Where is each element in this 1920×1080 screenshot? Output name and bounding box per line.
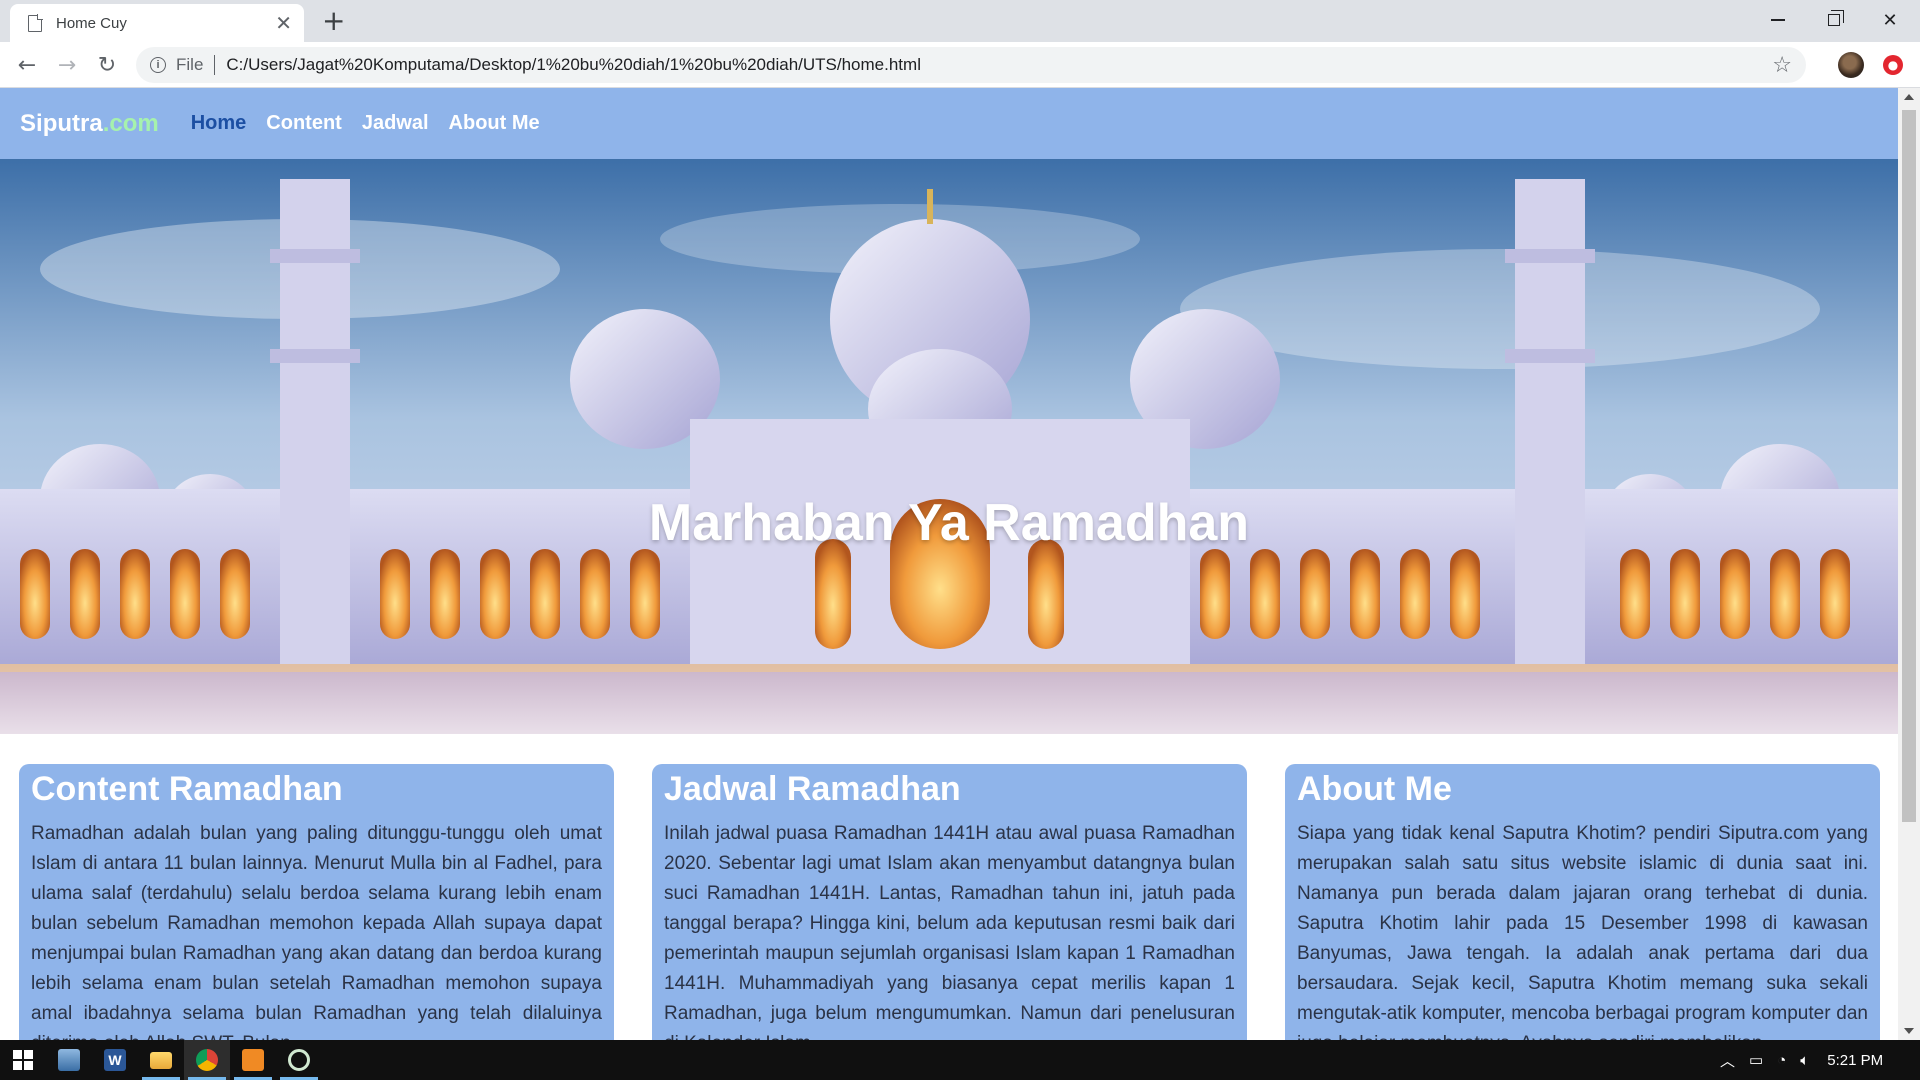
browser-tab-active[interactable]: Home Cuy ✕ [10,4,304,42]
scroll-down-icon[interactable] [1904,1028,1914,1034]
nav-link-about-me[interactable]: About Me [449,112,540,135]
bookmark-star-icon[interactable]: ☆ [1772,53,1792,78]
chevron-up-icon[interactable]: ︿ [1720,1050,1735,1071]
chrome-icon[interactable] [184,1040,230,1080]
reload-button[interactable]: ↻ [92,50,122,80]
tab-title: Home Cuy [56,14,127,32]
site-info-icon[interactable]: i [150,57,166,73]
site-navbar: Siputra.com Home Content Jadwal About Me [0,88,1898,159]
close-tab-icon[interactable]: ✕ [275,11,292,35]
cards-section: Content Ramadhan Ramadhan adalah bulan y… [19,764,1880,1040]
browser-toolbar: ← → ↻ i File C:/Users/Jagat%20Komputama/… [0,42,1920,88]
card-about-me: About Me Siapa yang tidak kenal Saputra … [1285,764,1880,1040]
nav-link-jadwal[interactable]: Jadwal [362,112,429,135]
windows-start-icon[interactable] [0,1040,46,1080]
close-window-button[interactable]: ✕ [1862,0,1918,40]
taskbar-clock[interactable]: 5:21 PM [1827,1052,1883,1069]
omnibox-divider [214,55,216,75]
url-scheme-label: File [176,55,204,74]
card-jadwal-ramadhan: Jadwal Ramadhan Inilah jadwal puasa Rama… [652,764,1247,1040]
sublime-text-icon[interactable] [230,1040,276,1080]
battery-icon[interactable]: ▭ [1749,1051,1763,1069]
page-viewport: Siputra.com Home Content Jadwal About Me [0,88,1898,1040]
minimize-window-button[interactable] [1750,0,1806,40]
card-text: Ramadhan adalah bulan yang paling ditung… [31,823,602,1040]
tool-icon[interactable] [276,1040,322,1080]
tab-strip: Home Cuy ✕ + ✕ [0,0,1920,42]
scroll-up-icon[interactable] [1904,94,1914,100]
address-bar[interactable]: i File C:/Users/Jagat%20Komputama/Deskto… [136,47,1806,83]
restore-icon [1828,10,1844,26]
new-tab-button[interactable]: + [322,6,345,36]
hero-title: Marhaban Ya Ramadhan [648,494,1250,552]
minimize-icon [1771,19,1785,21]
hero-banner: Marhaban Ya Ramadhan [0,159,1898,734]
page-scrollbar[interactable] [1898,88,1920,1040]
brand-domain: .com [102,109,159,137]
system-tray: ︿ ▭ ◔ 🔈︎ 5:21 PM [1720,1040,1883,1080]
volume-icon[interactable]: 🔈︎ [1800,1052,1809,1069]
url-text[interactable]: C:/Users/Jagat%20Komputama/Desktop/1%20b… [226,55,1772,75]
word-icon[interactable]: W [92,1040,138,1080]
scrollbar-thumb[interactable] [1902,110,1916,822]
document-icon [28,13,43,32]
windows-taskbar: W ︿ ▭ ◔ 🔈︎ 5:21 PM [0,1040,1920,1080]
card-title: Jadwal Ramadhan [664,770,961,808]
card-content-ramadhan: Content Ramadhan Ramadhan adalah bulan y… [19,764,614,1040]
wifi-icon[interactable]: ◔ [1777,1052,1786,1069]
mosque-illustration [0,159,1898,734]
file-explorer-icon[interactable] [138,1040,184,1080]
forward-button[interactable]: → [52,50,82,80]
card-text: Siapa yang tidak kenal Saputra Khotim? p… [1297,823,1868,1040]
nav-link-home[interactable]: Home [191,112,247,135]
file-manager-icon[interactable] [46,1040,92,1080]
card-title: Content Ramadhan [31,770,343,808]
brand-part2: putra [42,109,103,137]
profile-avatar[interactable] [1838,52,1864,78]
nav-link-content[interactable]: Content [266,112,342,135]
card-text: Inilah jadwal puasa Ramadhan 1441H atau … [664,823,1235,1040]
site-logo[interactable]: Siputra.com [20,110,159,138]
restore-window-button[interactable] [1806,0,1862,40]
brand-part1: Si [20,109,43,137]
card-title: About Me [1297,770,1452,808]
extension-icon[interactable]: ● [1883,55,1903,75]
back-button[interactable]: ← [12,50,42,80]
